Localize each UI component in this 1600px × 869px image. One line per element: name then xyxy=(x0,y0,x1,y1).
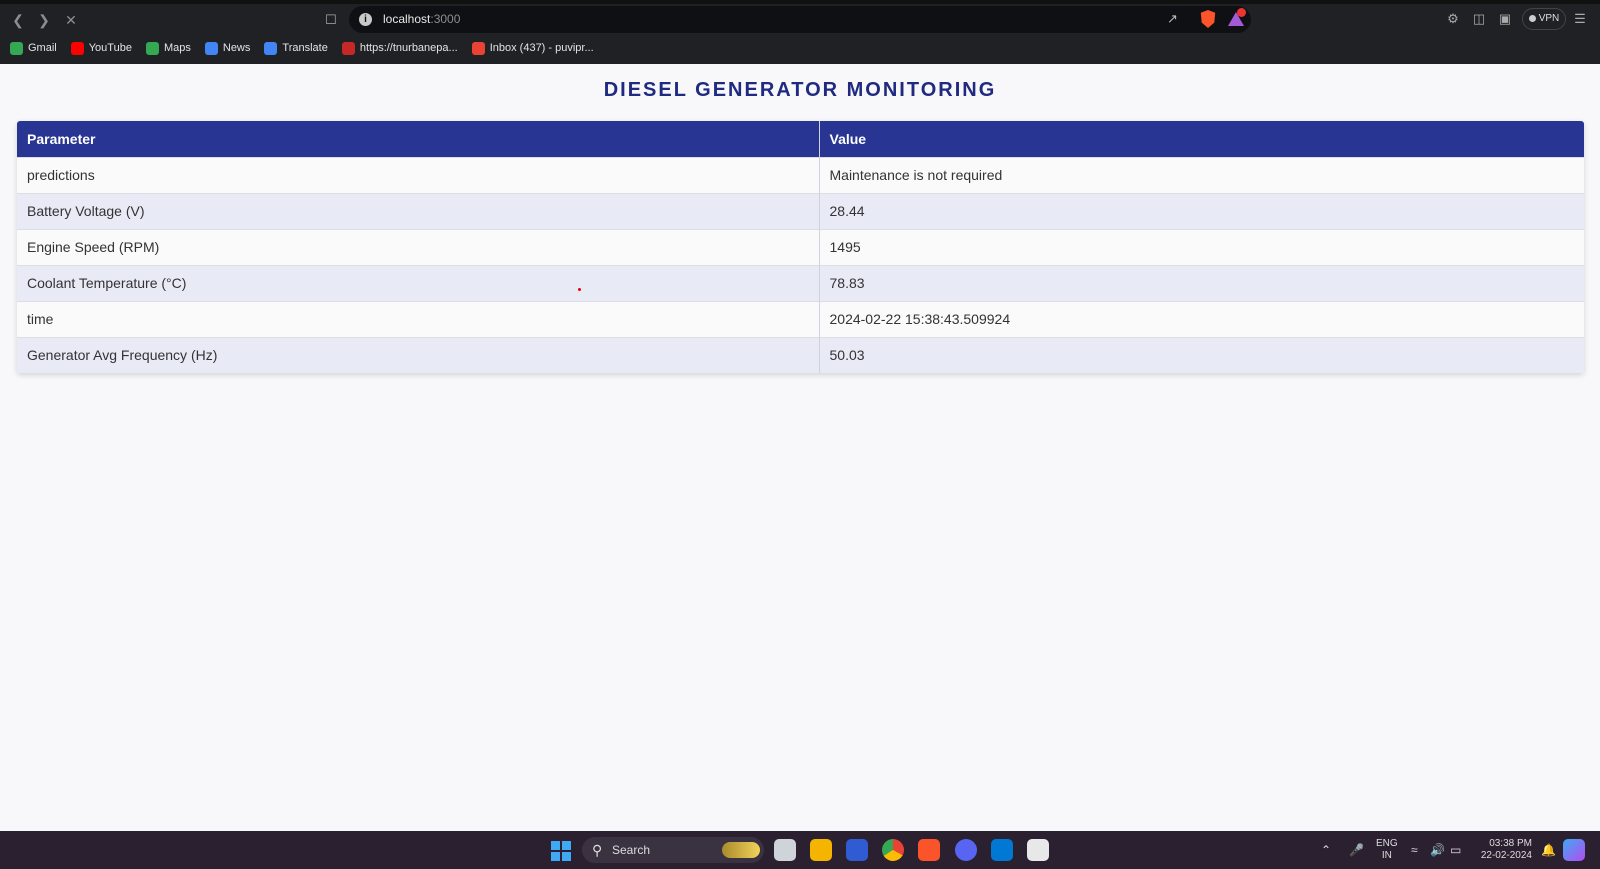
parameter-cell: Engine Speed (RPM) xyxy=(17,228,820,265)
search-highlight-image xyxy=(722,842,760,858)
search-icon: ⚲ xyxy=(592,842,603,858)
table-row: Engine Speed (RPM) 1495 xyxy=(17,228,1584,265)
bookmark-favicon-icon xyxy=(145,41,159,55)
bookmark-label: Translate xyxy=(282,42,328,54)
table-row: Coolant Temperature (°C) 78.83 xyxy=(17,264,1584,301)
value-cell: 50.03 xyxy=(819,336,1584,373)
table-row: Generator Avg Frequency (Hz) 50.03 xyxy=(17,336,1584,373)
bookmark-item[interactable]: Maps xyxy=(145,40,191,56)
url-text[interactable]: localhost:3000 xyxy=(383,12,460,26)
table-row: time 2024-02-22 15:38:43.509924 xyxy=(17,300,1584,337)
sidebar-icon[interactable]: ◫ xyxy=(1471,11,1487,27)
back-icon[interactable]: ❮ xyxy=(8,10,28,30)
copilot-icon[interactable] xyxy=(1563,839,1585,861)
value-cell: 2024-02-22 15:38:43.509924 xyxy=(819,300,1584,337)
notification-icon[interactable]: 🔔 xyxy=(1541,843,1556,857)
bookmark-favicon-icon xyxy=(70,41,84,55)
bookmark-label: News xyxy=(222,42,251,54)
bookmark-favicon-icon xyxy=(264,41,278,55)
taskbar-search[interactable]: ⚲ Search xyxy=(582,837,764,863)
bookmark-label: Inbox (437) - puvipr... xyxy=(489,42,594,54)
extensions-icon[interactable]: ⚙ xyxy=(1445,11,1461,27)
vscode-icon[interactable] xyxy=(991,839,1013,861)
column-header-parameter: Parameter xyxy=(17,121,820,157)
bookmark-item[interactable]: Gmail xyxy=(10,40,57,56)
share-icon[interactable]: ↗ xyxy=(1167,11,1183,27)
discord-icon[interactable] xyxy=(955,839,977,861)
file-explorer-icon[interactable] xyxy=(810,839,832,861)
language-indicator[interactable]: ENG IN xyxy=(1376,838,1398,862)
bookmark-favicon-icon xyxy=(471,41,485,55)
monitoring-table: Parameter Value predictions Maintenance … xyxy=(17,121,1584,373)
forward-icon[interactable]: ❯ xyxy=(34,10,54,30)
battery-icon[interactable]: ▭ xyxy=(1450,843,1461,857)
parameter-cell: Coolant Temperature (°C) xyxy=(17,264,820,301)
bookmark-favicon-icon xyxy=(10,41,23,55)
cursor-dot xyxy=(578,288,581,291)
table-header-row: Parameter Value xyxy=(17,121,1584,157)
bookmark-item[interactable]: https://tnurbanepa... xyxy=(341,40,458,56)
bookmark-favicon-icon xyxy=(204,41,218,55)
start-icon[interactable] xyxy=(551,841,571,861)
volume-icon[interactable]: 🔊 xyxy=(1430,843,1445,857)
page-title: DIESEL GENERATOR MONITORING xyxy=(603,79,997,101)
windows-taskbar: ⚲ Search ⌃ 🎤 ENG IN ≈ 🔊 ▭ 03:38 PM 22-02-2… xyxy=(0,831,1600,869)
parameter-cell: predictions xyxy=(17,156,820,193)
bookmark-item[interactable]: Inbox (437) - puvipr... xyxy=(471,40,594,56)
task-view-icon[interactable] xyxy=(774,839,796,861)
vpn-button[interactable]: VPN xyxy=(1522,8,1566,30)
bookmark-icon[interactable]: ☐ xyxy=(323,10,339,30)
parameter-cell: Battery Voltage (V) xyxy=(17,192,820,229)
site-info-icon[interactable]: i xyxy=(359,13,372,26)
bookmark-label: YouTube xyxy=(88,42,132,54)
wallet-icon[interactable]: ▣ xyxy=(1497,11,1513,27)
notification-badge xyxy=(1237,8,1246,17)
bookmark-label: Gmail xyxy=(28,42,57,54)
address-bar[interactable]: i localhost:3000 xyxy=(349,6,1251,33)
app-icon[interactable] xyxy=(846,839,868,861)
value-cell: 28.44 xyxy=(819,192,1584,229)
bookmark-item[interactable]: Translate xyxy=(264,40,328,56)
stop-icon[interactable]: ✕ xyxy=(61,10,81,30)
table-row: predictions Maintenance is not required xyxy=(17,156,1584,193)
wifi-icon[interactable]: ≈ xyxy=(1411,843,1418,857)
app-icon[interactable] xyxy=(1027,839,1049,861)
clock[interactable]: 03:38 PM 22-02-2024 xyxy=(1478,838,1532,862)
table-row: Battery Voltage (V) 28.44 xyxy=(17,192,1584,229)
parameter-cell: Generator Avg Frequency (Hz) xyxy=(17,336,820,373)
chevron-up-icon[interactable]: ⌃ xyxy=(1321,843,1331,857)
tab-strip xyxy=(0,0,1600,4)
column-header-value: Value xyxy=(819,121,1584,157)
value-cell: 78.83 xyxy=(819,264,1584,301)
bookmarks-bar: Gmail YouTube Maps News Translate https://tnu… xyxy=(10,40,594,56)
browser-toolbar: ❮ ❯ ✕ ☐ i localhost:3000 ↗ ⚙ ◫ ▣ VPN ☰ G… xyxy=(0,0,1600,64)
value-cell: 1495 xyxy=(819,228,1584,265)
chrome-icon[interactable] xyxy=(882,839,904,861)
bookmark-favicon-icon xyxy=(341,41,355,55)
bookmark-item[interactable]: YouTube xyxy=(70,40,132,56)
microphone-icon[interactable]: 🎤 xyxy=(1349,843,1364,857)
bookmark-label: Maps xyxy=(163,42,191,54)
bookmark-item[interactable]: News xyxy=(204,40,251,56)
bookmark-label: https://tnurbanepa... xyxy=(359,42,458,54)
parameter-cell: time xyxy=(17,300,820,337)
menu-icon[interactable]: ☰ xyxy=(1572,11,1588,27)
value-cell: Maintenance is not required xyxy=(819,156,1584,193)
search-label: Search xyxy=(612,843,651,857)
brave-icon[interactable] xyxy=(918,839,940,861)
